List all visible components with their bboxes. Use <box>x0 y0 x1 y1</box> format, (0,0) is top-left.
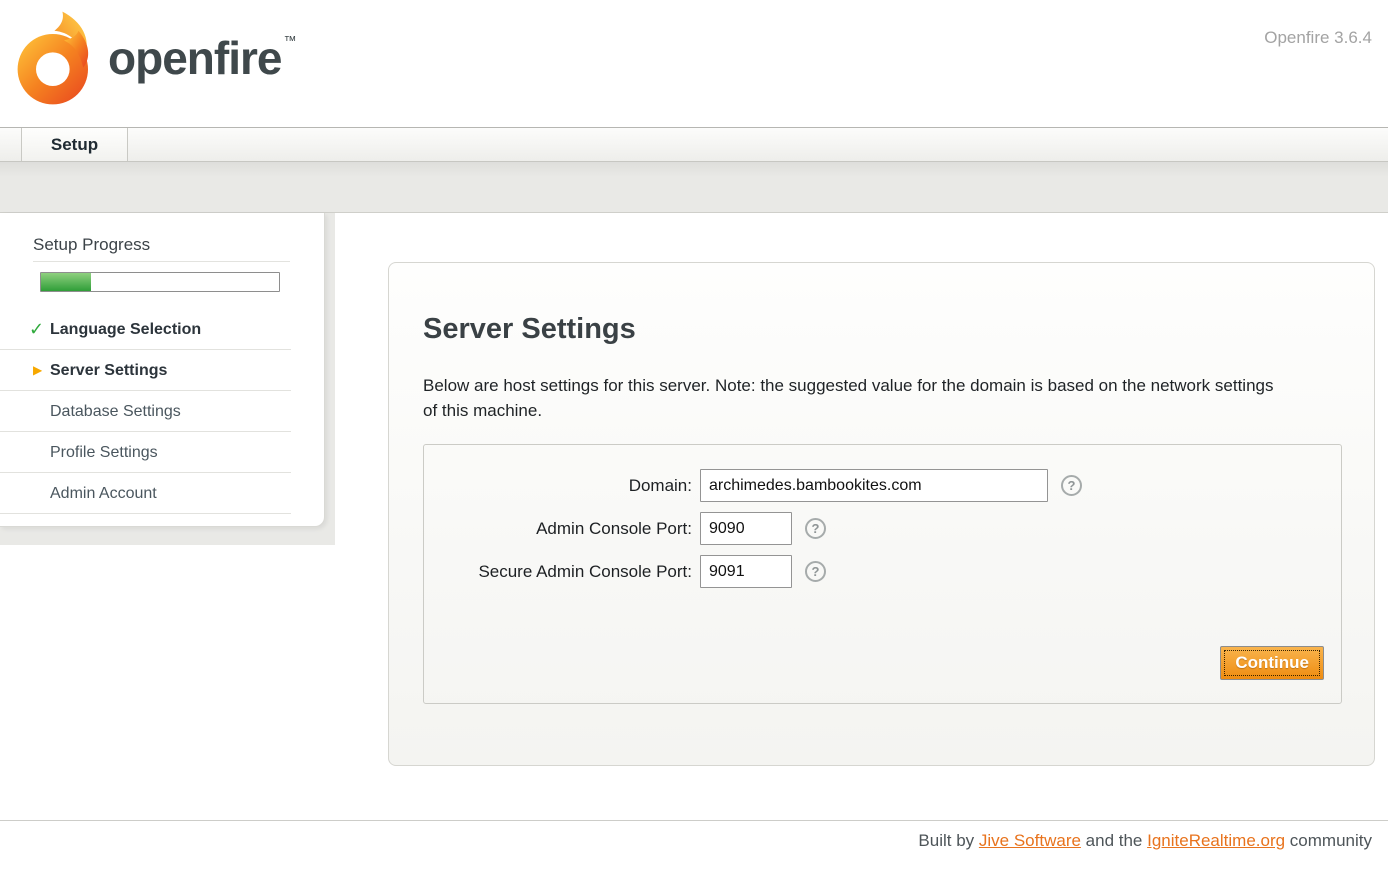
page: openfire™ Openfire 3.6.4 Setup Setup Pro… <box>0 0 1388 876</box>
footer-prefix: Built by <box>918 831 978 850</box>
step-label: Database Settings <box>50 403 181 420</box>
main-panel: Server Settings Below are host settings … <box>388 262 1375 766</box>
footer-credits: Built by Jive Software and the IgniteRea… <box>0 831 1388 851</box>
page-title: Server Settings <box>423 313 636 346</box>
step-profile-settings: Profile Settings <box>0 432 291 473</box>
secure-port-row: Secure Admin Console Port: ? <box>424 555 1341 588</box>
tab-bar: Setup <box>0 127 1388 162</box>
version-label: Openfire 3.6.4 <box>1264 28 1372 48</box>
domain-label: Domain: <box>424 476 700 496</box>
current-step-arrow-icon: ▶ <box>33 350 42 391</box>
trademark: ™ <box>283 33 296 48</box>
domain-help-icon[interactable]: ? <box>1061 475 1082 496</box>
domain-input[interactable] <box>700 469 1048 502</box>
footer-middle: and the <box>1081 831 1147 850</box>
server-settings-form: Domain: ? Admin Console Port: ? Secure A… <box>423 444 1342 704</box>
step-database-settings: Database Settings <box>0 391 291 432</box>
continue-button[interactable]: Continue <box>1220 646 1324 680</box>
footer: Built by Jive Software and the IgniteRea… <box>0 820 1388 851</box>
jive-software-link[interactable]: Jive Software <box>979 831 1081 850</box>
openfire-logo: openfire™ <box>16 8 294 108</box>
progress-bar <box>40 272 280 292</box>
step-admin-account: Admin Account <box>0 473 291 514</box>
secure-port-input[interactable] <box>700 555 792 588</box>
step-label: Profile Settings <box>50 444 158 461</box>
setup-steps-list: ✓ Language Selection ▶ Server Settings D… <box>0 309 324 514</box>
sub-nav-bar <box>0 162 1388 213</box>
secure-port-help-icon[interactable]: ? <box>805 561 826 582</box>
brand-name: openfire <box>108 31 281 85</box>
openfire-flame-icon <box>16 8 96 108</box>
secure-port-label: Secure Admin Console Port: <box>424 562 700 582</box>
check-icon: ✓ <box>29 309 44 350</box>
progress-fill <box>41 273 91 291</box>
step-label: Language Selection <box>50 321 201 338</box>
admin-port-row: Admin Console Port: ? <box>424 512 1341 545</box>
page-description: Below are host settings for this server.… <box>423 373 1285 423</box>
setup-progress-title: Setup Progress <box>33 235 290 262</box>
step-label: Admin Account <box>50 485 157 502</box>
admin-port-help-icon[interactable]: ? <box>805 518 826 539</box>
igniterealtime-link[interactable]: IgniteRealtime.org <box>1147 831 1285 850</box>
admin-port-input[interactable] <box>700 512 792 545</box>
tab-setup[interactable]: Setup <box>21 128 128 161</box>
step-server-settings: ▶ Server Settings <box>0 350 291 391</box>
setup-progress-panel: Setup Progress ✓ Language Selection ▶ Se… <box>0 213 325 527</box>
step-language-selection: ✓ Language Selection <box>0 309 291 350</box>
step-label: Server Settings <box>50 362 167 379</box>
footer-suffix: community <box>1285 831 1372 850</box>
admin-port-label: Admin Console Port: <box>424 519 700 539</box>
domain-row: Domain: ? <box>424 469 1341 502</box>
header: openfire™ Openfire 3.6.4 <box>0 0 1388 127</box>
